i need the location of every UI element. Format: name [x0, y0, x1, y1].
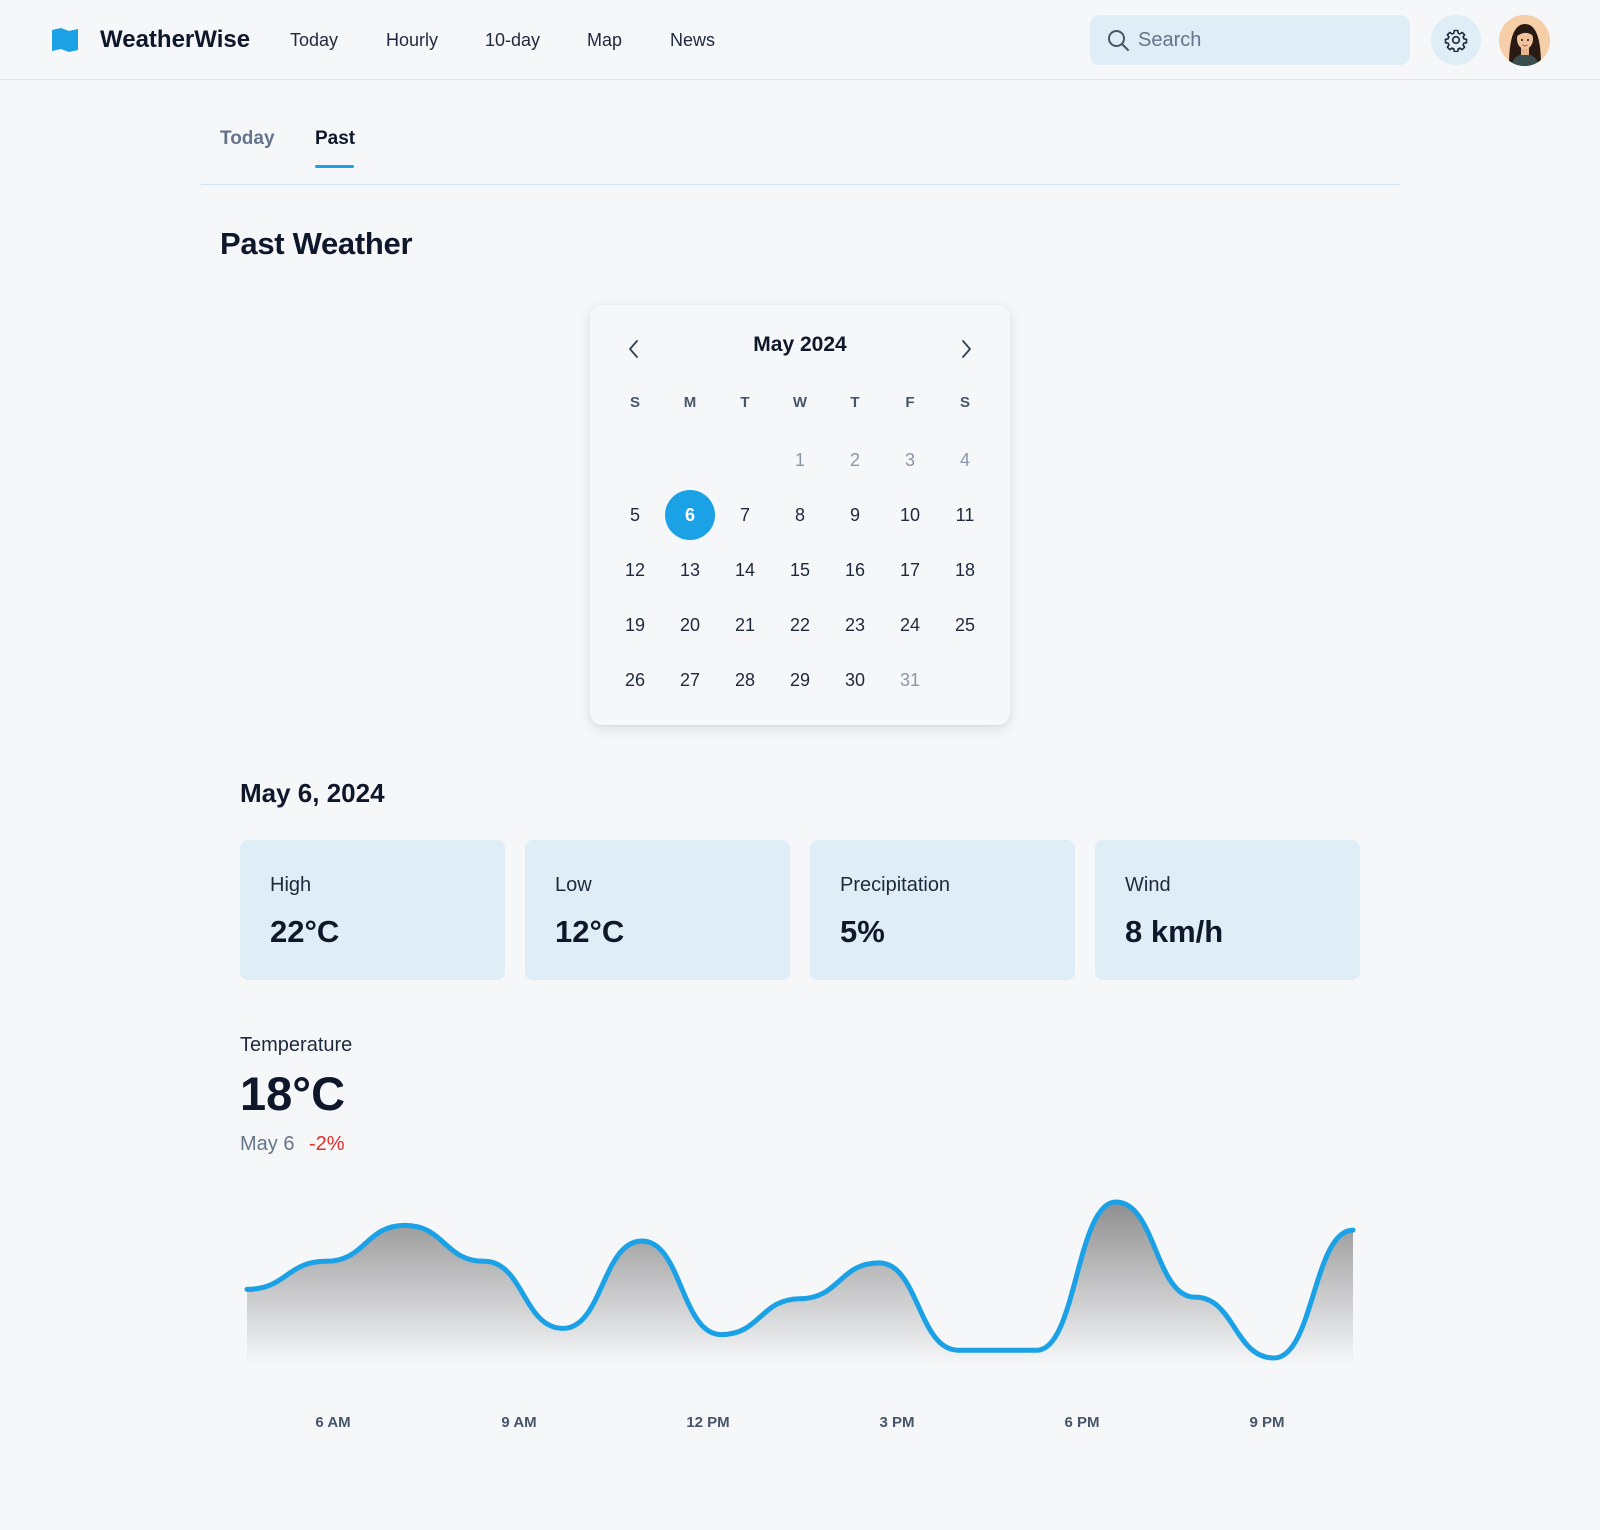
tab-past[interactable]: Past	[315, 128, 355, 150]
calendar-day[interactable]: 25	[940, 600, 990, 650]
selected-date-heading: May 6, 2024	[240, 778, 385, 808]
chart-x-tick: 12 PM	[686, 1414, 730, 1431]
calendar-day[interactable]: 19	[610, 600, 660, 650]
nav-10-day[interactable]: 10-day	[485, 30, 540, 51]
brand-name[interactable]: WeatherWise	[100, 26, 250, 54]
search-input[interactable]	[1138, 15, 1398, 65]
search-box[interactable]	[1090, 15, 1410, 65]
calendar-day[interactable]: 7	[720, 490, 770, 540]
calendar-day[interactable]: 31	[885, 655, 935, 705]
calendar-weekday-header: T	[740, 394, 750, 411]
chart-x-tick: 9 PM	[1249, 1414, 1285, 1431]
calendar-day[interactable]: 16	[830, 545, 880, 595]
calendar-day[interactable]: 26	[610, 655, 660, 705]
chevron-right-icon	[962, 340, 971, 358]
calendar-weekday-header: S	[959, 394, 970, 411]
calendar-weekday-header: S	[629, 394, 640, 411]
calendar-day[interactable]: 29	[775, 655, 825, 705]
settings-button[interactable]	[1431, 15, 1481, 65]
calendar-day[interactable]: 10	[885, 490, 935, 540]
calendar-day[interactable]: 1	[775, 435, 825, 485]
calendar-day[interactable]: 30	[830, 655, 880, 705]
stat-label: Low	[555, 874, 592, 896]
calendar-day[interactable]: 21	[720, 600, 770, 650]
stat-card-low: Low 12°C	[525, 840, 790, 980]
calendar-day[interactable]: 18	[940, 545, 990, 595]
next-month-button[interactable]	[948, 331, 984, 367]
temperature-value: 18°C	[240, 1067, 346, 1120]
calendar-day[interactable]: 20	[665, 600, 715, 650]
nav-news[interactable]: News	[670, 30, 715, 51]
chart-x-tick: 9 AM	[501, 1414, 537, 1431]
nav-map[interactable]: Map	[587, 30, 622, 51]
temperature-label: Temperature	[240, 1034, 353, 1056]
active-tab-indicator	[315, 165, 354, 168]
temperature-change: -2%	[309, 1133, 345, 1155]
tab-divider	[201, 184, 1400, 185]
calendar-day[interactable]: 15	[775, 545, 825, 595]
tab-today[interactable]: Today	[220, 128, 275, 150]
stat-card-precipitation: Precipitation 5%	[810, 840, 1075, 980]
stat-value: 8 km/h	[1125, 914, 1224, 949]
calendar-day[interactable]: 8	[775, 490, 825, 540]
chart-x-tick: 6 AM	[315, 1414, 351, 1431]
calendar-day[interactable]: 24	[885, 600, 935, 650]
search-icon	[1108, 30, 1129, 51]
chart-x-tick: 3 PM	[879, 1414, 915, 1431]
stat-label: Wind	[1125, 874, 1171, 896]
calendar-day[interactable]: 12	[610, 545, 660, 595]
calendar-day[interactable]: 11	[940, 490, 990, 540]
page-title: Past Weather	[220, 226, 413, 261]
avatar-icon	[1499, 15, 1550, 66]
temperature-date: May 6	[240, 1133, 295, 1155]
calendar-day[interactable]: 28	[720, 655, 770, 705]
stat-card-high: High 22°C	[240, 840, 505, 980]
calendar-day[interactable]: 9	[830, 490, 880, 540]
calendar-day[interactable]: 17	[885, 545, 935, 595]
temperature-chart	[244, 1199, 1356, 1365]
calendar-weekday-header: M	[683, 394, 697, 411]
stat-value: 12°C	[555, 914, 625, 949]
gear-icon	[1444, 29, 1468, 52]
map-logo-icon[interactable]	[52, 28, 78, 52]
stat-label: Precipitation	[840, 874, 951, 896]
date-picker-calendar: May 2024 S M T W T F S 1 2 3 4 5 6 7 8 9 10 11 12 13 14 15 16 1…	[590, 305, 1010, 725]
calendar-day[interactable]: 5	[610, 490, 660, 540]
calendar-day[interactable]: 22	[775, 600, 825, 650]
chart-x-tick: 6 PM	[1064, 1414, 1100, 1431]
calendar-day[interactable]: 2	[830, 435, 880, 485]
calendar-day[interactable]: 27	[665, 655, 715, 705]
nav-hourly[interactable]: Hourly	[386, 30, 438, 51]
stat-value: 5%	[840, 914, 885, 949]
calendar-day[interactable]: 13	[665, 545, 715, 595]
calendar-weekday-header: F	[905, 394, 915, 411]
calendar-day-selected[interactable]: 6	[665, 490, 715, 540]
stat-card-wind: Wind 8 km/h	[1095, 840, 1360, 980]
stat-value: 22°C	[270, 914, 340, 949]
calendar-weekday-header: W	[792, 394, 808, 411]
calendar-day[interactable]: 23	[830, 600, 880, 650]
stat-label: High	[270, 874, 312, 896]
calendar-month-label: May 2024	[753, 333, 847, 356]
calendar-day[interactable]: 4	[940, 435, 990, 485]
calendar-day[interactable]: 3	[885, 435, 935, 485]
top-navbar: WeatherWise Today Hourly 10-day Map News	[0, 0, 1600, 80]
calendar-weekday-header: T	[850, 394, 860, 411]
calendar-day[interactable]: 14	[720, 545, 770, 595]
user-avatar[interactable]	[1499, 15, 1550, 66]
nav-today[interactable]: Today	[290, 30, 338, 51]
